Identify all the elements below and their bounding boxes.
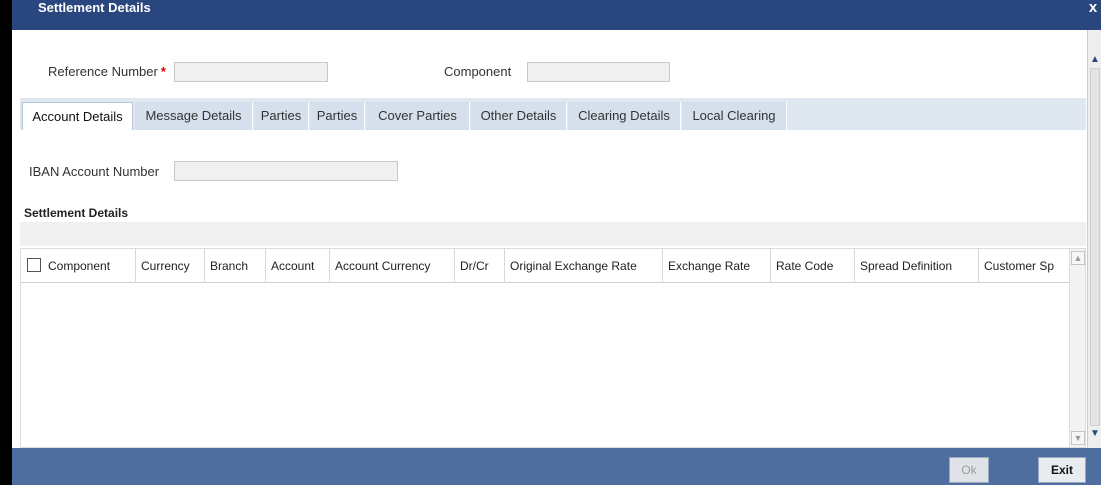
column-header-rate-code[interactable]: Rate Code <box>771 249 855 283</box>
exit-button[interactable]: Exit <box>1038 457 1086 483</box>
column-header-account-currency[interactable]: Account Currency <box>330 249 455 283</box>
tab-parties-1[interactable]: Parties <box>254 102 309 130</box>
scroll-up-icon[interactable]: ▲ <box>1089 54 1101 66</box>
tab-clearing-details[interactable]: Clearing Details <box>568 102 681 130</box>
close-icon[interactable]: x <box>1085 0 1101 16</box>
tab-other-details[interactable]: Other Details <box>471 102 567 130</box>
column-header-dr-cr[interactable]: Dr/Cr <box>455 249 505 283</box>
window-titlebar: Settlement Details x <box>12 0 1101 30</box>
settlement-grid: Component Currency Branch Account Accoun… <box>20 248 1086 448</box>
column-header-account[interactable]: Account <box>266 249 330 283</box>
reference-number-input[interactable] <box>174 62 328 82</box>
ok-button[interactable]: Ok <box>949 457 989 483</box>
footer-bar: Ok Exit <box>12 448 1101 485</box>
column-header-component[interactable]: Component <box>43 249 136 283</box>
column-header-spread-definition[interactable]: Spread Definition <box>855 249 979 283</box>
tab-cover-parties[interactable]: Cover Parties <box>366 102 470 130</box>
main-panel: Reference Number * Component Account Deta… <box>12 30 1087 448</box>
reference-number-label: Reference Number * <box>48 64 166 79</box>
column-header-currency[interactable]: Currency <box>136 249 205 283</box>
scroll-thumb[interactable] <box>1090 68 1100 426</box>
column-header-exchange-rate[interactable]: Exchange Rate <box>663 249 771 283</box>
column-header-branch[interactable]: Branch <box>205 249 266 283</box>
tab-parties-2[interactable]: Parties <box>310 102 365 130</box>
settlement-details-heading: Settlement Details <box>24 206 129 220</box>
component-label: Component <box>444 64 512 79</box>
required-marker: * <box>160 64 166 79</box>
column-header-original-exchange-rate[interactable]: Original Exchange Rate <box>505 249 663 283</box>
iban-account-number-label: IBAN Account Number <box>29 164 160 179</box>
component-input[interactable] <box>527 62 670 82</box>
grid-scrollbar[interactable]: ▲ ▼ <box>1069 249 1085 447</box>
chevron-up-icon[interactable]: ▲ <box>1071 251 1085 265</box>
tab-bar: Account Details Message Details Parties … <box>20 98 1086 130</box>
tab-message-details[interactable]: Message Details <box>135 102 253 130</box>
chevron-down-icon[interactable]: ▼ <box>1071 431 1085 445</box>
column-header-customer-spread[interactable]: Customer Sp <box>979 249 1071 283</box>
window-scrollbar[interactable]: ▲ ▼ <box>1087 30 1101 448</box>
select-all-checkbox[interactable] <box>27 258 41 272</box>
tab-account-details[interactable]: Account Details <box>22 102 133 130</box>
iban-account-number-input[interactable] <box>174 161 398 181</box>
grid-toolbar <box>20 222 1086 246</box>
tab-local-clearing[interactable]: Local Clearing <box>682 102 787 130</box>
grid-header-row: Component Currency Branch Account Accoun… <box>21 249 1071 283</box>
scroll-down-icon[interactable]: ▼ <box>1089 428 1101 440</box>
window-title: Settlement Details <box>38 0 151 15</box>
left-edge <box>0 0 12 485</box>
